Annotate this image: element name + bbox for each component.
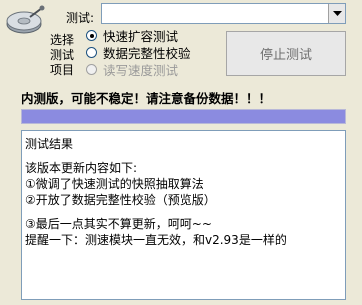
mode-title-line: 测试 — [50, 48, 75, 62]
mode-title-line: 项目 — [50, 63, 75, 77]
stop-test-button[interactable]: 停止测试 — [226, 31, 346, 76]
result-line: 提醒一下：测速模块一直无效，和v2.93是一样的 — [25, 233, 287, 247]
radio-disabled-icon — [86, 64, 97, 75]
progress-fill — [22, 110, 345, 123]
progress-bar — [21, 109, 346, 124]
mode-option-speed: 读写速度测试 — [86, 61, 191, 78]
result-textarea[interactable]: 测试结果 该版本更新内容如下: ①微调了快速测试的快照抽取算法 ②开放了数据完整… — [21, 130, 346, 300]
drive-label: 测试: — [66, 11, 95, 25]
mode-title: 选择 测试 项目 — [50, 33, 80, 78]
chevron-down-icon[interactable] — [328, 4, 345, 23]
mode-radio-group: 快速扩容测试 数据完整性校验 读写速度测试 — [86, 27, 191, 78]
result-line: 测试结果 — [25, 137, 74, 151]
mode-option-integrity[interactable]: 数据完整性校验 — [86, 44, 191, 61]
drive-select[interactable] — [101, 3, 346, 24]
warning-text: 内测版，可能不稳定！请注意备份数据！！！ — [21, 91, 272, 106]
result-line: 该版本更新内容如下: — [25, 161, 138, 175]
mode-option-quick[interactable]: 快速扩容测试 — [86, 27, 191, 44]
mode-option-label: 读写速度测试 — [103, 63, 179, 78]
mode-title-line: 选择 — [50, 33, 75, 47]
radio-icon[interactable] — [86, 47, 97, 58]
result-line-blank — [25, 152, 342, 160]
result-line: ③最后一点其实不算更新，呵呵~~ — [25, 217, 212, 231]
result-line: ②开放了数据完整性校验（预览版） — [25, 193, 216, 207]
result-line-blank — [25, 208, 342, 216]
result-line: ①微调了快速测试的快照抽取算法 — [25, 177, 204, 191]
disk-drive-icon — [4, 2, 48, 38]
radio-checked-icon[interactable] — [86, 30, 97, 41]
